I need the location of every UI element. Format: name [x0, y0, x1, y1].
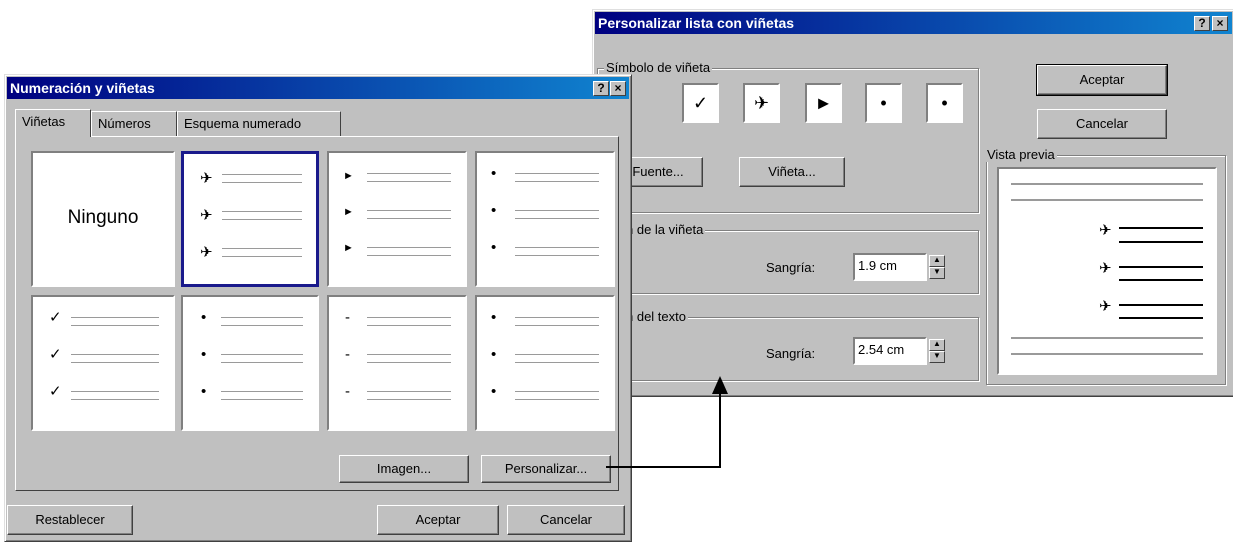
bullet-style-plane[interactable]: ✈ ✈ ✈	[181, 151, 319, 287]
bullet-style-none[interactable]: Ninguno	[31, 151, 175, 287]
customize-cancel-button[interactable]: Cancelar	[1037, 109, 1167, 139]
bullet-indent-spinner[interactable]: ▲ ▼	[929, 255, 945, 279]
help-icon[interactable]: ?	[1194, 16, 1210, 31]
dot-bullet-icon: •	[491, 383, 497, 400]
main-dialog-title: Numeración y viñetas	[10, 80, 155, 96]
tab-numbers-label: Números	[98, 116, 151, 131]
customize-button[interactable]: Personalizar...	[481, 455, 611, 483]
bullets-numbering-dialog: Numeración y viñetas ? × Viñetas Números…	[4, 74, 632, 542]
check-bullet-icon: ✓	[49, 346, 62, 363]
main-dialog-titlebar: Numeración y viñetas ? ×	[7, 77, 629, 99]
text-indent-spinner[interactable]: ▲ ▼	[929, 339, 945, 363]
dot-bullet-icon: •	[941, 93, 948, 113]
plane-bullet-icon: ✈	[1099, 222, 1112, 239]
tab-bullets-label: Viñetas	[22, 114, 66, 129]
customize-ok-label: Aceptar	[1079, 72, 1125, 87]
symbol-slot-6[interactable]: •	[926, 83, 963, 123]
check-bullet-icon: ✓	[692, 93, 709, 113]
dot-bullet-icon: •	[491, 346, 497, 363]
plane-bullet-icon: ✈	[1099, 298, 1112, 315]
bullet-indent-value: 1.9 cm	[858, 258, 898, 273]
arrow-bullet-icon: ►	[343, 170, 354, 182]
dot-bullet-icon: •	[880, 93, 887, 113]
bullet-style-arrow[interactable]: ► ► ►	[327, 151, 467, 287]
reset-button-label: Restablecer	[35, 512, 105, 527]
dot-bullet-icon: •	[201, 309, 207, 326]
image-button[interactable]: Imagen...	[339, 455, 469, 483]
tab-strip: Viñetas Números Esquema numerado	[15, 109, 615, 137]
text-indent-input[interactable]: 2.54 cm	[853, 337, 927, 365]
text-indent-value: 2.54 cm	[858, 342, 905, 357]
symbol-slot-2[interactable]: ✓	[682, 83, 719, 123]
customize-cancel-label: Cancelar	[1075, 116, 1129, 131]
bullet-symbol-group: Símbolo de viñeta	[597, 60, 979, 213]
check-bullet-icon: ✓	[49, 383, 62, 400]
symbol-slot-3[interactable]: ✈	[743, 83, 780, 123]
tab-numbers[interactable]: Números	[91, 111, 177, 137]
plane-bullet-icon: ✈	[200, 170, 213, 187]
symbol-slot-4[interactable]: ►	[805, 83, 842, 123]
customize-dialog-title: Personalizar lista con viñetas	[598, 15, 795, 31]
bullet-button-label: Viñeta...	[768, 164, 816, 179]
tab-outline-label: Esquema numerado	[184, 116, 302, 131]
font-button-label: Fuente...	[632, 164, 684, 179]
bullet-style-dash[interactable]: - - -	[327, 295, 467, 431]
text-indent-label-text: Sangría:	[766, 346, 816, 361]
dot-bullet-icon: •	[201, 346, 207, 363]
ok-button-label: Aceptar	[415, 512, 461, 527]
spin-up-icon[interactable]: ▲	[929, 255, 945, 267]
spin-up-icon[interactable]: ▲	[929, 339, 945, 351]
dash-bullet-icon: -	[345, 383, 350, 400]
preview-pane: ✈ ✈ ✈	[997, 167, 1217, 375]
spin-down-icon[interactable]: ▼	[929, 351, 945, 363]
arrow-bullet-icon: ►	[343, 242, 354, 254]
symbol-slot-5[interactable]: •	[865, 83, 902, 123]
help-icon[interactable]: ?	[593, 81, 609, 96]
ok-button[interactable]: Aceptar	[377, 505, 499, 535]
bullet-indent-label: Sangría:	[766, 260, 816, 275]
preview-label: Vista previa	[985, 147, 1057, 162]
plane-bullet-icon: ✈	[200, 207, 213, 224]
dot-bullet-icon: •	[491, 309, 497, 326]
arrow-bullet-icon: ►	[343, 206, 354, 218]
arrow-bullet-icon: ►	[814, 93, 833, 113]
bullet-style-dot[interactable]: • • •	[475, 151, 615, 287]
image-button-label: Imagen...	[376, 461, 432, 476]
close-icon[interactable]: ×	[1212, 16, 1228, 31]
tab-bullets[interactable]: Viñetas	[15, 109, 91, 137]
customize-button-label: Personalizar...	[504, 461, 588, 476]
customize-ok-button[interactable]: Aceptar	[1036, 64, 1168, 96]
dash-bullet-icon: -	[345, 309, 350, 326]
tab-outline-numbered[interactable]: Esquema numerado	[177, 111, 341, 137]
bullet-style-dot-2[interactable]: • • •	[181, 295, 319, 431]
cancel-button-label: Cancelar	[539, 512, 593, 527]
dash-bullet-icon: -	[345, 346, 350, 363]
spin-down-icon[interactable]: ▼	[929, 267, 945, 279]
plane-bullet-icon: ✈	[1099, 260, 1112, 277]
cancel-button[interactable]: Cancelar	[507, 505, 625, 535]
customize-bullets-dialog: Personalizar lista con viñetas ? × Símbo…	[592, 9, 1233, 397]
bullet-style-dot-3[interactable]: • • •	[475, 295, 615, 431]
bullet-button[interactable]: Viñeta...	[739, 157, 845, 187]
dot-bullet-icon: •	[491, 165, 497, 182]
dot-bullet-icon: •	[491, 202, 497, 219]
reset-button[interactable]: Restablecer	[7, 505, 133, 535]
dot-bullet-icon: •	[201, 383, 207, 400]
check-bullet-icon: ✓	[49, 309, 62, 326]
bullet-symbol-label: Símbolo de viñeta	[604, 60, 713, 75]
text-indent-label: Sangría:	[766, 346, 815, 361]
bullet-indent-input[interactable]: 1.9 cm	[853, 253, 927, 281]
dot-bullet-icon: •	[491, 239, 497, 256]
none-label: Ninguno	[67, 207, 139, 228]
customize-dialog-titlebar: Personalizar lista con viñetas ? ×	[595, 12, 1232, 34]
plane-bullet-icon: ✈	[200, 244, 213, 261]
close-icon[interactable]: ×	[610, 81, 626, 96]
plane-bullet-icon: ✈	[753, 93, 770, 113]
bullet-style-check[interactable]: ✓ ✓ ✓	[31, 295, 175, 431]
